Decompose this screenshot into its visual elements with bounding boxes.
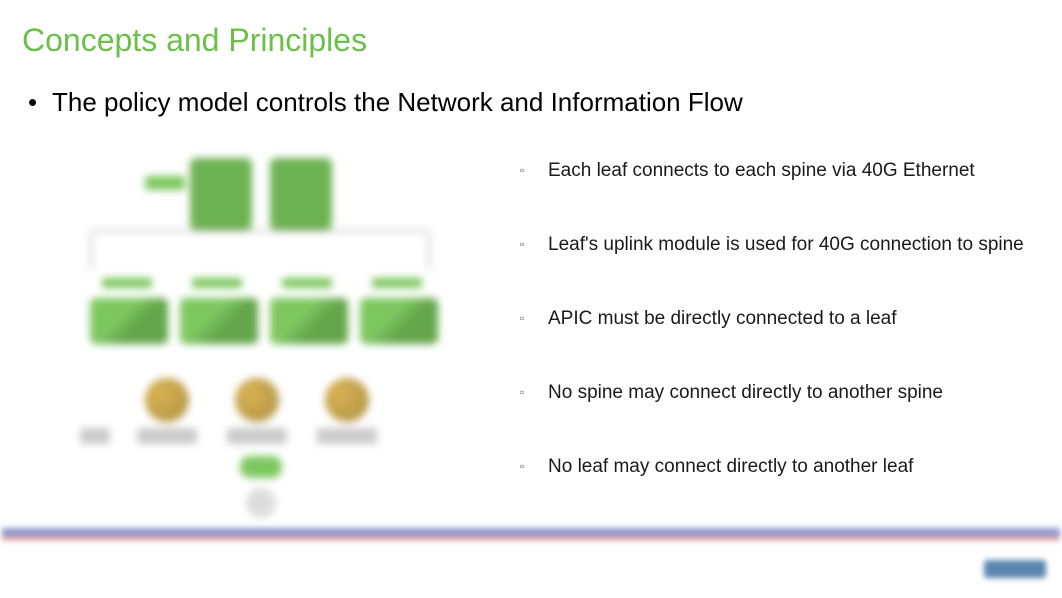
sub-bullet-text: No spine may connect directly to another…	[548, 382, 943, 404]
square-bullet-icon: ▫	[520, 234, 548, 256]
diagram-column	[0, 148, 500, 530]
endpoint-circle-icon	[246, 488, 276, 518]
apic-label-icon	[80, 428, 110, 444]
content-row: ▫ Each leaf connects to each spine via 4…	[0, 118, 1062, 530]
square-bullet-icon: ▫	[520, 308, 548, 330]
sub-bullet-text: Each leaf connects to each spine via 40G…	[548, 160, 975, 182]
leaf-switch-icon	[180, 298, 258, 344]
apic-label-icon	[227, 428, 287, 444]
apic-label-icon	[137, 428, 197, 444]
spine-leaf-diagram	[50, 148, 460, 528]
list-item: ▫ No leaf may connect directly to anothe…	[520, 456, 1062, 478]
main-bullet-text: The policy model controls the Network an…	[52, 87, 743, 117]
square-bullet-icon: ▫	[520, 382, 548, 404]
leaf-label-icon	[372, 278, 422, 288]
apic-controller-icon	[235, 378, 279, 422]
leaf-switch-icon	[90, 298, 168, 344]
list-item: ▫ Each leaf connects to each spine via 4…	[520, 160, 1062, 182]
footer-divider-icon	[2, 525, 1060, 543]
leaf-label-icon	[192, 278, 242, 288]
slide-title: Concepts and Principles	[0, 0, 1062, 59]
spine-label-icon	[145, 176, 185, 190]
sub-bullet-text: Leaf's uplink module is used for 40G con…	[548, 234, 1024, 256]
sub-bullet-list: ▫ Each leaf connects to each spine via 4…	[500, 148, 1062, 530]
leaf-label-icon	[282, 278, 332, 288]
list-item: ▫ APIC must be directly connected to a l…	[520, 308, 1062, 330]
leaf-switch-icon	[270, 298, 348, 344]
fabric-bracket-icon	[90, 230, 430, 270]
list-item: ▫ Leaf's uplink module is used for 40G c…	[520, 234, 1062, 256]
apic-controller-icon	[325, 378, 369, 422]
apic-label-icon	[317, 428, 377, 444]
endpoint-icon	[240, 456, 282, 478]
sub-bullet-text: No leaf may connect directly to another …	[548, 456, 913, 478]
square-bullet-icon: ▫	[520, 456, 548, 478]
leaf-switch-icon	[360, 298, 438, 344]
spine-switch-icon	[270, 158, 332, 230]
square-bullet-icon: ▫	[520, 160, 548, 182]
bullet-dot-icon: •	[22, 87, 52, 118]
sub-bullet-text: APIC must be directly connected to a lea…	[548, 308, 897, 330]
list-item: ▫ No spine may connect directly to anoth…	[520, 382, 1062, 404]
footer-logo-icon	[984, 560, 1046, 578]
spine-switch-icon	[190, 158, 252, 230]
main-bullet-row: •The policy model controls the Network a…	[0, 59, 1062, 118]
apic-controller-icon	[145, 378, 189, 422]
leaf-label-icon	[102, 278, 152, 288]
